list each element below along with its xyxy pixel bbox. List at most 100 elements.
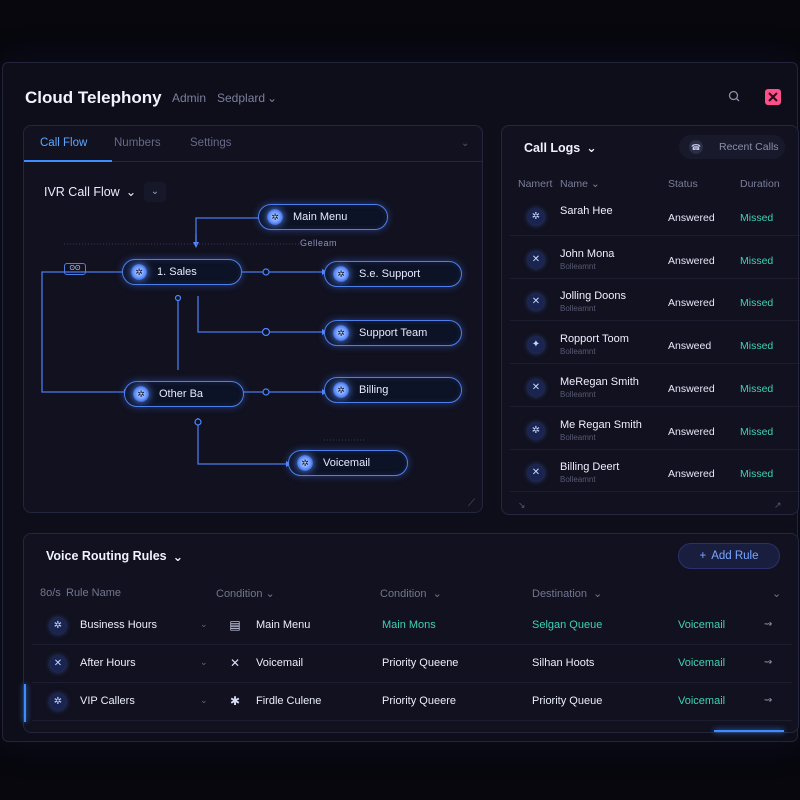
call-log-row[interactable]: ✕ Billing Deert Bolleamnt Answered Missed — [510, 454, 800, 493]
flow-start-badge: ʘʘ — [64, 263, 86, 275]
column-header-condition-2[interactable]: Condition ⌄ — [380, 587, 442, 600]
caller-icon: ✕ — [528, 465, 544, 482]
more-options-icon[interactable]: ⇝ — [764, 619, 772, 630]
call-status: Answered — [668, 212, 715, 224]
column-label: Condition — [380, 588, 427, 600]
node-billing[interactable]: ✲ Billing — [324, 377, 462, 403]
rule-condition-secondary: Main Mons — [382, 619, 436, 631]
node-sales[interactable]: ✲ 1. Sales — [122, 259, 242, 285]
call-status: Answered — [668, 425, 715, 438]
column-label: Condition — [216, 588, 263, 600]
caller-name: Billing Deert — [560, 461, 620, 474]
column-header-duration: Duration — [740, 178, 780, 190]
node-other[interactable]: ✲ Other Ba — [124, 381, 244, 407]
node-label: Voicemail — [323, 457, 371, 469]
chevron-down-icon[interactable]: ⌄ — [200, 619, 208, 630]
condition-icon: ✱ — [229, 694, 241, 708]
caller-name: John Mona — [560, 247, 615, 260]
caller-icon: ✦ — [528, 337, 544, 354]
more-icon[interactable]: ↗ — [774, 500, 782, 511]
chevron-down-icon[interactable]: ⌄ — [200, 657, 208, 668]
rule-name: After Hours — [80, 657, 136, 669]
node-label: Other Ba — [159, 388, 204, 400]
node-label: S.e. Support — [359, 268, 421, 280]
search-icon[interactable] — [725, 87, 745, 107]
logs-title-label: Call Logs — [524, 140, 581, 155]
column-header-destination[interactable]: Destination ⌄ — [532, 587, 602, 600]
call-log-row[interactable]: ✲ Me Regan Smith Bolleamnt Answered Missed — [510, 412, 800, 450]
caller-name: MeRegan Smith — [560, 375, 639, 388]
call-log-row[interactable]: ✕ MeRegan Smith Bolleamnt Answered Missed — [510, 369, 800, 407]
node-support[interactable]: ✲ S.e. Support — [324, 261, 462, 287]
call-duration: Missed — [740, 382, 774, 395]
gear-icon: ✲ — [333, 382, 349, 398]
rule-destination: Silhan Hoots — [532, 657, 595, 669]
node-main-menu[interactable]: ✲ Main Menu — [258, 204, 388, 230]
caller-name: Ropport Toom — [560, 333, 629, 346]
recent-calls-label: Recent Calls — [719, 141, 779, 153]
call-log-row[interactable]: ✕ Jolling Doons Bolleamnt Answered Missed — [510, 283, 800, 322]
caller-icon: ✲ — [528, 209, 544, 225]
routing-title[interactable]: Voice Routing Rules ⌄ — [46, 549, 183, 564]
column-label: Destination — [532, 588, 588, 600]
call-log-row[interactable]: ✦ Ropport Toom Bolleamnt Answeed Missed — [510, 326, 800, 365]
selection-indicator — [24, 684, 26, 722]
node-support-team[interactable]: ✲ Support Team — [324, 320, 462, 346]
node-voicemail[interactable]: ✲ Voicemail — [288, 450, 408, 476]
call-logs-panel: Call Logs ⌄ ☎ Recent Calls Namert Name ⌄… — [501, 125, 800, 515]
app-window: Cloud Telephony Admin Sedplard ⌄ Call Fl… — [2, 62, 800, 742]
call-duration: Missed — [740, 340, 774, 353]
rule-icon: ✕ — [50, 656, 66, 672]
call-duration: Missed — [740, 425, 774, 438]
rule-condition: Main Menu — [256, 619, 311, 631]
rule-target: Voicemail — [678, 619, 726, 631]
caller-name: Sarah Hee — [560, 205, 613, 217]
rule-condition: Firdle Culene — [256, 695, 322, 707]
caller-subtitle: Bolleamnt — [560, 432, 596, 442]
column-header-condition[interactable]: Condition ⌄ — [216, 587, 275, 600]
logs-title[interactable]: Call Logs ⌄ — [524, 140, 597, 156]
routing-rule-row[interactable]: ✕ After Hours ⌄ ✕ Voicemail Priority Queene Si… — [32, 645, 792, 683]
chevron-down-icon[interactable]: ⌄ — [200, 695, 208, 706]
condition-icon: ✕ — [229, 656, 241, 670]
caller-icon: ✕ — [528, 294, 544, 311]
chevron-down-icon: ⌄ — [586, 141, 597, 155]
rule-icon: ✲ — [50, 694, 66, 710]
call-duration: Missed — [740, 212, 774, 224]
column-label: Name — [560, 178, 589, 190]
call-log-row[interactable]: ✲ Sarah Hee Answered Missed — [510, 198, 800, 236]
caller-icon: ✲ — [528, 422, 544, 439]
scroll-indicator — [714, 730, 784, 732]
call-duration: Missed — [740, 468, 774, 481]
node-label: 1. Sales — [157, 266, 197, 278]
routing-rule-row[interactable]: ✲ VIP Callers ⌄ ✱ Firdle Culene Priority Quee… — [32, 683, 792, 721]
dashboard-label: Sedplard — [217, 91, 266, 105]
admin-link[interactable]: Admin — [172, 91, 206, 105]
close-icon[interactable] — [765, 89, 781, 105]
recent-calls-button[interactable]: ☎ Recent Calls — [679, 135, 785, 159]
add-rule-button[interactable]: + Add Rule — [678, 543, 780, 569]
call-status: Answered — [668, 254, 715, 267]
chevron-down-icon: ⌄ — [172, 550, 184, 564]
rule-target: Voicemail — [678, 695, 726, 707]
dashboard-dropdown[interactable]: Sedplard ⌄ — [217, 91, 277, 105]
rule-icon: ✲ — [50, 618, 66, 634]
resize-handle-icon[interactable]: ⟋ — [468, 498, 475, 509]
phone-icon: ☎ — [689, 140, 703, 154]
gear-icon: ✲ — [267, 209, 283, 225]
call-log-row[interactable]: ✕ John Mona Bolleamnt Answered Missed — [510, 241, 800, 279]
expand-icon[interactable]: ↘ — [518, 500, 526, 511]
rule-destination: Priority Queue — [532, 695, 603, 707]
routing-rule-row[interactable]: ✲ Business Hours ⌄ ▤ Main Menu Main Mons Selga… — [32, 607, 792, 645]
rule-target: Voicemail — [678, 657, 726, 669]
gear-icon: ✲ — [131, 264, 147, 280]
gear-icon: ✲ — [133, 386, 149, 402]
chevron-down-icon[interactable]: ⌄ — [772, 587, 781, 600]
more-options-icon[interactable]: ⇝ — [764, 695, 772, 706]
add-rule-label: Add Rule — [711, 550, 759, 562]
node-label: Billing — [359, 384, 389, 396]
routing-rules-panel: Voice Routing Rules ⌄ + Add Rule 8o/s Ru… — [23, 533, 799, 733]
column-header-name[interactable]: Name ⌄ — [560, 178, 600, 190]
more-options-icon[interactable]: ⇝ — [764, 657, 772, 668]
rule-name: Business Hours — [80, 619, 158, 631]
